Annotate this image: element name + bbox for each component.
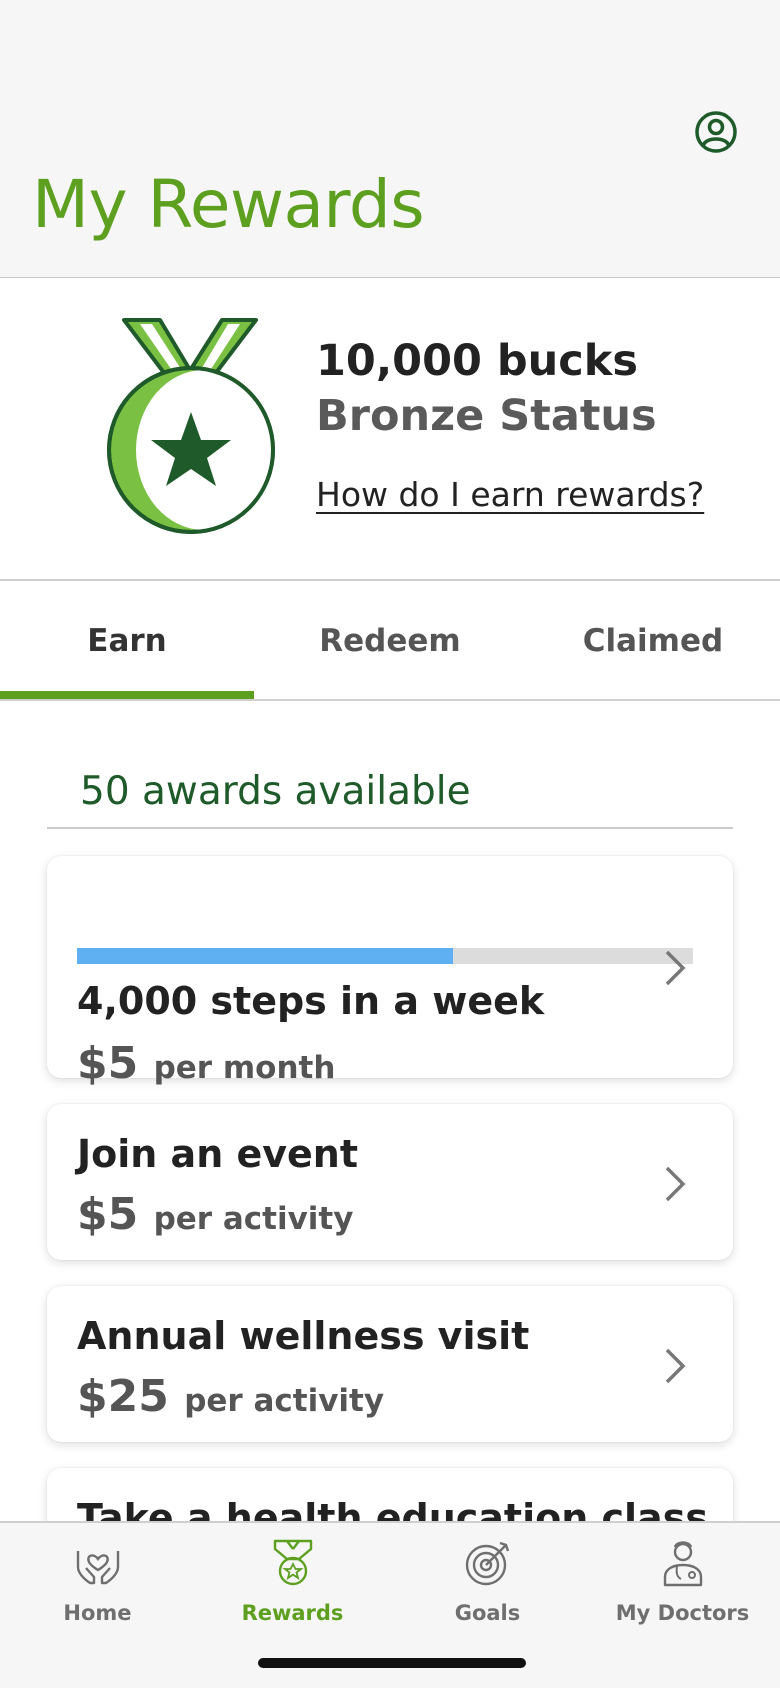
- medal-icon: [273, 1539, 312, 1586]
- earn-rewards-link[interactable]: How do I earn rewards?: [316, 478, 704, 511]
- award-amount: $25 per activity: [77, 1375, 384, 1419]
- tab-earn[interactable]: Earn: [0, 583, 254, 699]
- award-title: Join an event: [77, 1132, 359, 1176]
- award-card-steps[interactable]: 4,000 steps in a week $5 per month: [47, 856, 733, 1086]
- profile-button[interactable]: [694, 110, 738, 154]
- nav-my-doctors[interactable]: My Doctors: [585, 1523, 780, 1643]
- target-icon: [465, 1541, 509, 1586]
- nav-label: Rewards: [241, 1601, 344, 1625]
- nav-label: Goals: [454, 1601, 521, 1625]
- bucks-balance: 10,000 bucks: [316, 336, 638, 386]
- award-card-wellness[interactable]: Annual wellness visit $25 per activity: [47, 1286, 733, 1442]
- amount-unit: per activity: [184, 1383, 385, 1419]
- award-card-event[interactable]: Join an event $5 per activity: [47, 1104, 733, 1260]
- doctor-icon: [663, 1541, 702, 1587]
- status-tier: Bronze Status: [316, 391, 657, 441]
- award-title: 4,000 steps in a week: [77, 979, 545, 1023]
- chevron-right-icon: [665, 1348, 686, 1384]
- page-title: My Rewards: [32, 166, 425, 243]
- hands-heart-icon: [76, 1551, 119, 1585]
- header: My Rewards: [0, 0, 780, 278]
- progress-fill: [77, 948, 453, 964]
- active-tab-indicator: [0, 691, 254, 699]
- chevron-right-icon: [665, 1166, 686, 1202]
- divider: [47, 827, 733, 829]
- tab-redeem[interactable]: Redeem: [280, 583, 500, 699]
- amount-unit: per activity: [153, 1201, 354, 1237]
- amount-unit: per month: [153, 1050, 336, 1086]
- nav-home[interactable]: Home: [0, 1523, 195, 1643]
- amount-value: $5: [77, 1189, 139, 1240]
- rewards-screen: My Rewards 10,000 bucks Bronze Status Ho…: [0, 0, 780, 1688]
- nav-label: My Doctors: [615, 1601, 750, 1625]
- chevron-right-icon: [665, 950, 686, 986]
- award-amount: $5 per month: [77, 1042, 335, 1086]
- tab-bar: Earn Redeem Claimed: [0, 583, 780, 701]
- amount-value: $5: [77, 1038, 139, 1089]
- amount-value: $25: [77, 1371, 169, 1422]
- award-title: Annual wellness visit: [77, 1314, 530, 1358]
- medal-icon: [107, 318, 275, 534]
- progress-bar: [77, 948, 693, 964]
- nav-goals[interactable]: Goals: [390, 1523, 585, 1643]
- awards-count: 50 awards available: [80, 769, 471, 814]
- award-amount: $5 per activity: [77, 1193, 353, 1237]
- tab-claimed[interactable]: Claimed: [538, 583, 768, 699]
- home-indicator: [258, 1658, 526, 1668]
- nav-label: Home: [63, 1601, 132, 1625]
- nav-rewards[interactable]: Rewards: [195, 1523, 390, 1643]
- user-circle-icon: [695, 111, 737, 153]
